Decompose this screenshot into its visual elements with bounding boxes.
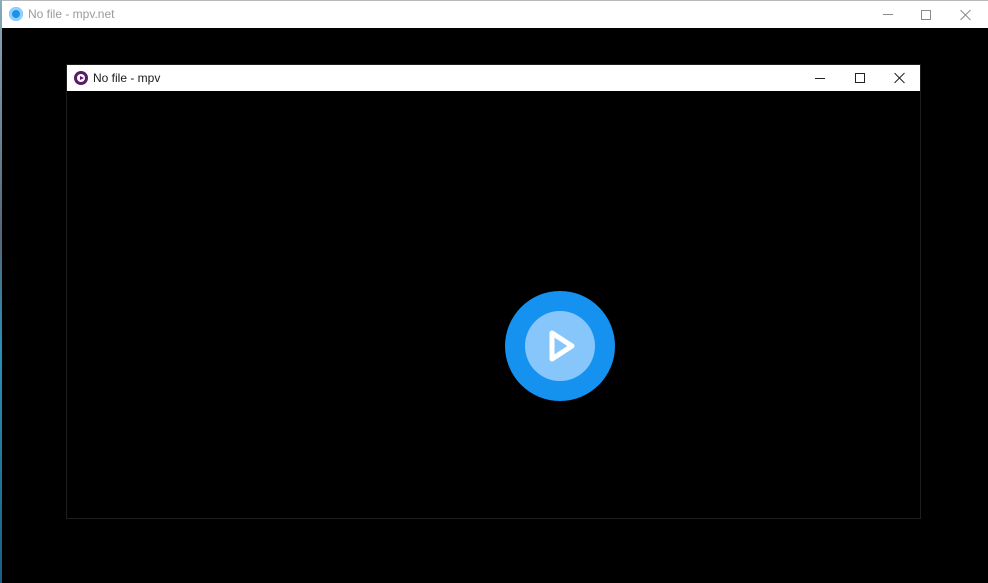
- play-button[interactable]: [505, 291, 615, 401]
- minimize-icon: [815, 77, 825, 79]
- mpvnet-app-icon: [9, 7, 23, 21]
- outer-maximize-button[interactable]: [906, 1, 946, 28]
- outer-window-title: No file - mpv.net: [28, 7, 115, 21]
- video-area[interactable]: [67, 91, 920, 518]
- maximize-icon: [921, 9, 931, 20]
- mpv-window: No file - mpv: [66, 64, 921, 519]
- outer-minimize-button[interactable]: [868, 1, 908, 28]
- inner-minimize-button[interactable]: [800, 65, 840, 91]
- minimize-icon: [883, 14, 893, 15]
- mpv-app-icon: [74, 71, 88, 85]
- outer-close-button[interactable]: [946, 1, 986, 28]
- maximize-icon: [855, 73, 865, 83]
- inner-window-title: No file - mpv: [93, 71, 161, 85]
- play-button-inner: [525, 311, 595, 381]
- inner-title-bar[interactable]: No file - mpv: [67, 65, 920, 91]
- close-icon: [960, 9, 972, 21]
- close-icon: [894, 72, 906, 84]
- inner-close-button[interactable]: [880, 65, 920, 91]
- inner-maximize-button[interactable]: [840, 65, 880, 91]
- outer-title-bar[interactable]: No file - mpv.net: [2, 1, 988, 28]
- play-icon: [549, 330, 575, 362]
